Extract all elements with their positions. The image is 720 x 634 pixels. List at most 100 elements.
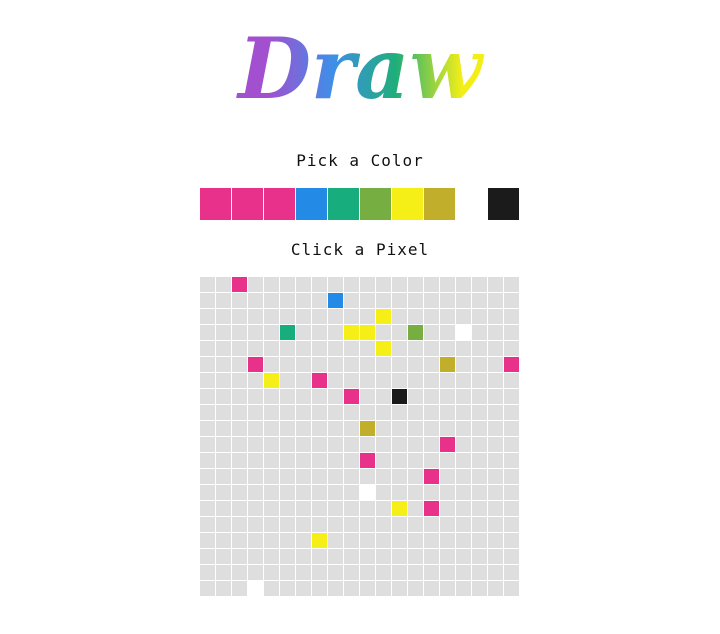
pixel-cell[interactable]: [472, 373, 487, 388]
pixel-cell[interactable]: [216, 453, 231, 468]
pixel-cell[interactable]: [328, 293, 343, 308]
pixel-cell[interactable]: [216, 437, 231, 452]
pixel-cell[interactable]: [248, 533, 263, 548]
color-swatch-olive-green[interactable]: [360, 188, 391, 220]
pixel-cell[interactable]: [280, 277, 295, 292]
pixel-cell[interactable]: [488, 373, 503, 388]
pixel-cell[interactable]: [264, 549, 279, 564]
pixel-cell[interactable]: [376, 549, 391, 564]
pixel-cell[interactable]: [408, 565, 423, 580]
pixel-cell[interactable]: [376, 437, 391, 452]
pixel-cell[interactable]: [456, 517, 471, 532]
pixel-cell[interactable]: [328, 421, 343, 436]
pixel-cell[interactable]: [344, 565, 359, 580]
pixel-cell[interactable]: [504, 581, 519, 596]
pixel-cell[interactable]: [392, 517, 407, 532]
pixel-cell[interactable]: [392, 389, 407, 404]
pixel-cell[interactable]: [488, 485, 503, 500]
color-swatch-blue[interactable]: [296, 188, 327, 220]
pixel-cell[interactable]: [296, 293, 311, 308]
pixel-cell[interactable]: [392, 309, 407, 324]
pixel-cell[interactable]: [456, 469, 471, 484]
pixel-cell[interactable]: [248, 437, 263, 452]
pixel-cell[interactable]: [216, 565, 231, 580]
pixel-cell[interactable]: [328, 357, 343, 372]
pixel-cell[interactable]: [216, 469, 231, 484]
pixel-cell[interactable]: [344, 357, 359, 372]
pixel-cell[interactable]: [440, 517, 455, 532]
pixel-cell[interactable]: [296, 501, 311, 516]
pixel-cell[interactable]: [504, 501, 519, 516]
pixel-cell[interactable]: [392, 485, 407, 500]
color-swatch-white[interactable]: [456, 188, 487, 220]
pixel-cell[interactable]: [264, 325, 279, 340]
pixel-cell[interactable]: [408, 501, 423, 516]
pixel-cell[interactable]: [424, 357, 439, 372]
pixel-cell[interactable]: [216, 293, 231, 308]
pixel-cell[interactable]: [440, 389, 455, 404]
color-swatch-pink-1[interactable]: [200, 188, 231, 220]
pixel-cell[interactable]: [504, 309, 519, 324]
pixel-cell[interactable]: [296, 517, 311, 532]
pixel-cell[interactable]: [248, 309, 263, 324]
pixel-cell[interactable]: [440, 469, 455, 484]
pixel-cell[interactable]: [472, 421, 487, 436]
pixel-cell[interactable]: [392, 341, 407, 356]
pixel-cell[interactable]: [248, 405, 263, 420]
pixel-cell[interactable]: [408, 325, 423, 340]
pixel-cell[interactable]: [376, 533, 391, 548]
pixel-cell[interactable]: [328, 453, 343, 468]
pixel-cell[interactable]: [312, 533, 327, 548]
pixel-cell[interactable]: [280, 341, 295, 356]
color-swatch-green[interactable]: [328, 188, 359, 220]
pixel-cell[interactable]: [424, 517, 439, 532]
pixel-cell[interactable]: [280, 565, 295, 580]
pixel-cell[interactable]: [424, 469, 439, 484]
pixel-cell[interactable]: [344, 437, 359, 452]
pixel-cell[interactable]: [200, 501, 215, 516]
pixel-cell[interactable]: [408, 341, 423, 356]
pixel-cell[interactable]: [472, 309, 487, 324]
pixel-cell[interactable]: [312, 501, 327, 516]
pixel-cell[interactable]: [376, 405, 391, 420]
pixel-cell[interactable]: [392, 421, 407, 436]
pixel-cell[interactable]: [264, 469, 279, 484]
pixel-cell[interactable]: [296, 437, 311, 452]
pixel-cell[interactable]: [312, 453, 327, 468]
pixel-cell[interactable]: [296, 581, 311, 596]
pixel-cell[interactable]: [248, 501, 263, 516]
pixel-cell[interactable]: [488, 325, 503, 340]
pixel-cell[interactable]: [232, 309, 247, 324]
pixel-cell[interactable]: [312, 309, 327, 324]
pixel-cell[interactable]: [296, 533, 311, 548]
pixel-cell[interactable]: [200, 421, 215, 436]
pixel-cell[interactable]: [296, 357, 311, 372]
pixel-cell[interactable]: [376, 453, 391, 468]
pixel-cell[interactable]: [472, 405, 487, 420]
pixel-cell[interactable]: [504, 325, 519, 340]
pixel-cell[interactable]: [232, 437, 247, 452]
pixel-cell[interactable]: [360, 325, 375, 340]
pixel-cell[interactable]: [216, 549, 231, 564]
pixel-cell[interactable]: [376, 501, 391, 516]
pixel-cell[interactable]: [360, 277, 375, 292]
pixel-cell[interactable]: [248, 293, 263, 308]
pixel-cell[interactable]: [200, 533, 215, 548]
pixel-cell[interactable]: [216, 373, 231, 388]
pixel-cell[interactable]: [488, 277, 503, 292]
pixel-cell[interactable]: [216, 517, 231, 532]
pixel-cell[interactable]: [360, 453, 375, 468]
pixel-cell[interactable]: [248, 453, 263, 468]
pixel-cell[interactable]: [248, 421, 263, 436]
pixel-cell[interactable]: [488, 309, 503, 324]
pixel-cell[interactable]: [392, 357, 407, 372]
pixel-cell[interactable]: [376, 341, 391, 356]
pixel-cell[interactable]: [360, 517, 375, 532]
color-swatch-yellow[interactable]: [392, 188, 423, 220]
pixel-cell[interactable]: [232, 293, 247, 308]
pixel-cell[interactable]: [376, 421, 391, 436]
pixel-cell[interactable]: [312, 549, 327, 564]
pixel-cell[interactable]: [376, 309, 391, 324]
pixel-cell[interactable]: [488, 565, 503, 580]
pixel-cell[interactable]: [248, 277, 263, 292]
